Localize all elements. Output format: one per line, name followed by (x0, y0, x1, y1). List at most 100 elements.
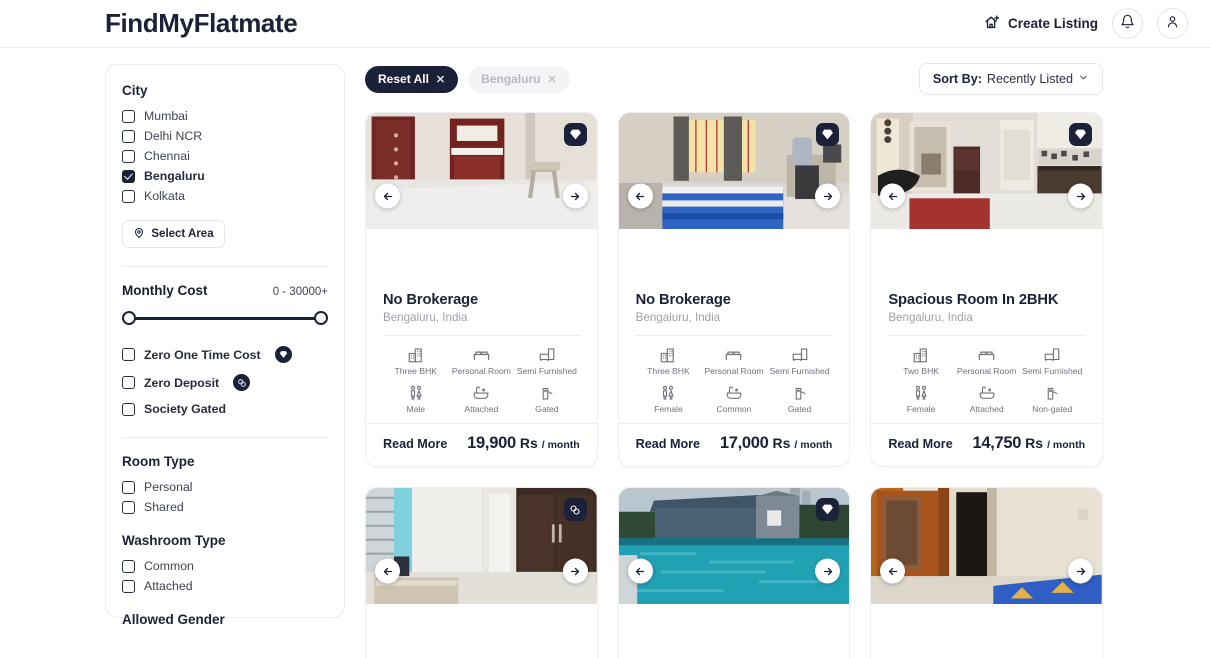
listing-photo (871, 113, 1102, 230)
slider-knob-min[interactable] (122, 311, 136, 325)
prev-image-button[interactable] (880, 183, 906, 209)
create-listing-button[interactable]: Create Listing (984, 14, 1098, 34)
checkbox[interactable] (122, 579, 135, 593)
washroom-type-option-attached[interactable]: Attached (122, 576, 328, 596)
price-currency: Rs (772, 435, 791, 451)
city-option-chennai[interactable]: Chennai (122, 146, 328, 166)
close-icon[interactable]: ✕ (547, 73, 556, 86)
room-type-option-shared[interactable]: Shared (122, 497, 328, 517)
next-image-button[interactable] (815, 558, 841, 584)
listing-photo (618, 488, 850, 605)
reset-all-chip[interactable]: Reset All ✕ (365, 65, 459, 93)
read-more-button[interactable]: Read More (888, 437, 952, 451)
checkbox[interactable] (122, 559, 135, 573)
feature-label: Gated (787, 404, 812, 414)
listing-image[interactable] (871, 488, 1102, 654)
listing-price: 14,750 Rs / month (973, 434, 1086, 453)
gate-icon (514, 383, 580, 402)
checkbox[interactable] (122, 189, 135, 203)
read-more-button[interactable]: Read More (383, 437, 447, 451)
listing-card[interactable]: Room In 2BHK Bengaluru, India (365, 487, 598, 658)
feature: Personal Room (954, 345, 1020, 376)
checkbox[interactable] (122, 348, 135, 361)
washroom-type-option-common[interactable]: Common (122, 556, 328, 576)
listing-features: Three BHK Personal Room Semi Furnished M… (383, 345, 580, 414)
listing-image[interactable] (618, 488, 850, 654)
listing-image[interactable] (366, 113, 597, 279)
listing-card[interactable]: Spacious Room In 2BHK Bengaluru, India T… (870, 112, 1103, 467)
next-image-button[interactable] (562, 558, 588, 584)
room-type-label: Personal (144, 480, 193, 494)
room-type-option-personal[interactable]: Personal (122, 477, 328, 497)
gem-badge-icon[interactable] (816, 498, 840, 521)
monthly-cost-slider[interactable] (122, 310, 328, 326)
washroom-type-title: Washroom Type (122, 533, 226, 548)
city-option-mumbai[interactable]: Mumbai (122, 106, 328, 126)
create-listing-label: Create Listing (1007, 16, 1098, 31)
prev-image-button[interactable] (880, 558, 906, 584)
listing-card[interactable]: Spot In A Fantastic 3 BHK Bengaluru, Ind… (617, 487, 851, 658)
slider-knob-max[interactable] (314, 311, 328, 325)
listing-card[interactable]: No Brokerage Bengaluru, India Three BHK … (617, 112, 851, 467)
city-option-kolkata[interactable]: Kolkata (122, 186, 328, 206)
notifications-button[interactable] (1112, 8, 1143, 39)
prev-image-button[interactable] (375, 183, 400, 209)
next-image-button[interactable] (1068, 183, 1093, 209)
city-option-delhi-ncr[interactable]: Delhi NCR (122, 126, 328, 146)
bed-icon (701, 345, 767, 364)
sort-by-dropdown[interactable]: Sort By: Recently Listed (918, 63, 1103, 95)
gem-badge-icon[interactable] (563, 123, 587, 146)
checkbox[interactable] (122, 169, 135, 183)
next-image-button[interactable] (815, 183, 841, 209)
perk-zero-one-time-cost[interactable]: Zero One Time Cost (122, 343, 328, 366)
listing-image[interactable] (366, 488, 597, 654)
bathtub-icon (449, 383, 515, 402)
next-image-button[interactable] (1068, 558, 1093, 584)
listing-image[interactable] (871, 113, 1102, 279)
filters-sidebar: City Mumbai Delhi NCR Chennai Bengaluru … (105, 64, 345, 627)
city-option-bengaluru[interactable]: Bengaluru (122, 166, 328, 186)
feature-label: Female (906, 404, 936, 414)
select-area-button[interactable]: Select Area (122, 220, 225, 248)
listing-card[interactable]: No Brokerage Bengaluru, India Three BHK … (365, 112, 598, 467)
listing-title: No Brokerage (635, 292, 731, 308)
monthly-cost-range-label: 0 - 30000+ (272, 286, 328, 298)
checkbox[interactable] (122, 480, 135, 494)
account-button[interactable] (1157, 8, 1188, 39)
listing-details: Spot In A Fantastic 3 BHK Bengaluru, Ind… (619, 654, 850, 658)
select-area-label: Select Area (151, 228, 214, 240)
checkbox[interactable] (122, 376, 135, 389)
listing-image[interactable] (618, 113, 850, 279)
feature: Three BHK (636, 345, 702, 376)
listing-features: Three BHK Personal Room Semi Furnished F… (636, 345, 833, 414)
checkbox[interactable] (122, 500, 135, 514)
read-more-button[interactable]: Read More (636, 437, 700, 451)
listing-card[interactable]: Beautiful Room In 3BHK Bengaluru, India (870, 487, 1103, 658)
price-currency: Rs (1025, 435, 1044, 451)
checkbox[interactable] (122, 402, 135, 416)
close-icon[interactable]: ✕ (436, 73, 445, 86)
monthly-cost-title: Monthly Cost (122, 283, 208, 298)
prev-image-button[interactable] (627, 558, 653, 584)
prev-image-button[interactable] (627, 183, 653, 209)
checkbox[interactable] (122, 109, 135, 123)
checkbox[interactable] (122, 149, 135, 163)
user-icon (1165, 14, 1180, 34)
feature: Female (636, 383, 702, 414)
coins-badge-icon[interactable] (563, 498, 587, 521)
listing-title: No Brokerage (383, 292, 479, 308)
building-icon (636, 345, 702, 364)
perk-zero-deposit[interactable]: Zero Deposit (122, 371, 328, 394)
feature: Gated (514, 383, 580, 414)
checkbox[interactable] (122, 129, 135, 143)
gem-badge-icon[interactable] (1069, 123, 1092, 146)
perk-society-gated[interactable]: Society Gated (122, 399, 328, 419)
prev-image-button[interactable] (375, 558, 400, 584)
feature: Personal Room (449, 345, 515, 376)
filter-chip-bengaluru[interactable]: Bengaluru ✕ (468, 65, 570, 93)
divider (383, 335, 580, 336)
feature-label: Personal Room (451, 366, 511, 376)
gem-badge-icon[interactable] (816, 123, 840, 146)
next-image-button[interactable] (562, 183, 588, 209)
sofa-icon (767, 345, 833, 364)
